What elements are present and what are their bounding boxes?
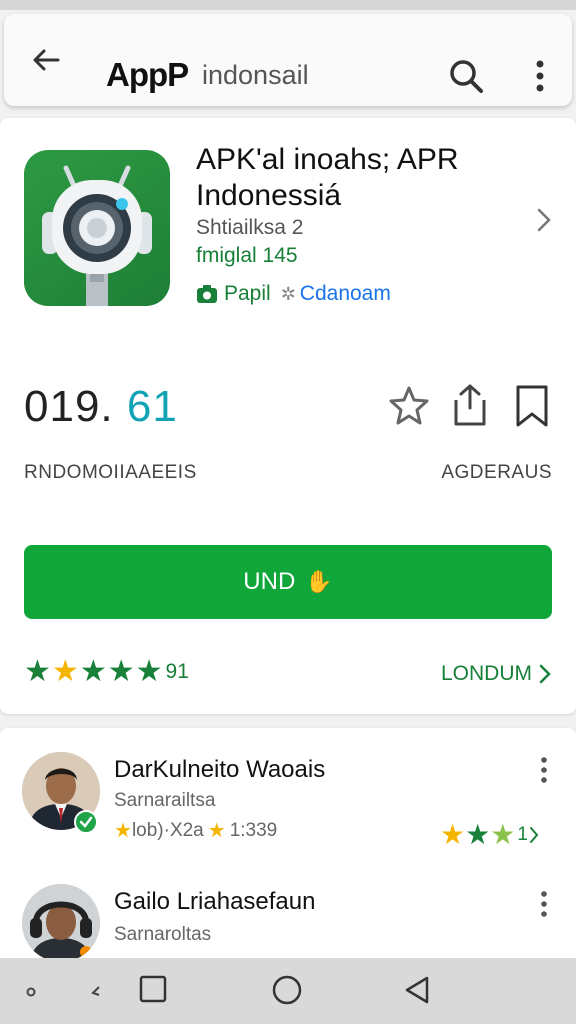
rating-count: 91	[165, 660, 189, 683]
chevron-right-icon[interactable]	[532, 204, 556, 236]
share-icon[interactable]	[450, 382, 490, 428]
robot-icon	[42, 165, 152, 306]
search-bar[interactable]: AppP indonsail	[4, 14, 572, 106]
app-brand: AppP	[106, 56, 189, 93]
app-category[interactable]: fmiglal 145	[196, 244, 298, 268]
stat-label: RNDOMOIIAAEEIS	[24, 462, 197, 483]
search-icon[interactable]	[446, 56, 486, 96]
camera-icon	[197, 285, 217, 303]
star-filled-icon: ★	[79, 655, 107, 688]
review-rating: ★ ★ ★ 1	[440, 818, 540, 851]
search-query[interactable]: indonsail	[202, 60, 309, 91]
bookmark-icon[interactable]	[512, 384, 552, 428]
star-filled-icon: ★	[207, 820, 226, 842]
tag-label[interactable]: Cdanoam	[300, 282, 391, 306]
stat-value: 019. 61	[24, 382, 178, 432]
star-filled-icon: ★	[51, 655, 79, 688]
app-tags: Papil ✲ Cdanoam	[196, 282, 391, 306]
star-filled-icon: ★	[465, 819, 491, 850]
star-filled-icon: ★	[24, 655, 51, 688]
more-vert-icon[interactable]	[532, 888, 556, 920]
back-nav-icon[interactable]	[402, 974, 432, 1006]
developer-name[interactable]: Shtiailksa 2	[196, 216, 303, 240]
recents-icon[interactable]	[138, 974, 168, 1004]
avatar[interactable]	[22, 884, 100, 962]
stat-value-b: 61	[126, 382, 178, 431]
star-filled-icon: ★	[135, 655, 163, 688]
sparkle-icon: ✲	[280, 283, 296, 304]
rating-summary: ★ ★ ★ ★ ★ 91	[24, 656, 189, 688]
star-filled-icon: ★	[107, 655, 135, 688]
review-meta-count: 1:339	[229, 819, 278, 841]
chevron-right-icon	[529, 826, 539, 843]
hand-icon: ✋	[305, 569, 333, 594]
more-vert-icon[interactable]	[532, 754, 556, 786]
verified-badge-icon	[74, 810, 98, 834]
star-filled-icon: ★	[490, 819, 516, 850]
reviewer-name[interactable]: Gailo Lriahasefaun	[114, 888, 315, 916]
app-icon[interactable]	[24, 150, 170, 306]
review-meta: ★ lob)·X2a ★ 1:339	[114, 818, 277, 843]
review-meta-text: lob)·X2a	[131, 819, 204, 841]
stat-value-a: 019.	[24, 382, 114, 431]
star-filled-icon: ★	[440, 819, 466, 850]
review-rating-count: 1	[517, 823, 528, 845]
dot-icon	[26, 987, 36, 997]
star-outline-icon[interactable]	[388, 384, 430, 426]
tag-label[interactable]: Papil	[224, 282, 271, 306]
home-icon[interactable]	[271, 974, 303, 1006]
reviewer-subtitle: Sarnaroltas	[114, 924, 212, 945]
install-label: UND	[243, 568, 296, 595]
reviewer-name[interactable]: DarKulneito Waoais	[114, 756, 325, 784]
app-title: APK'al inoahs; APR Indonessiá	[196, 143, 459, 212]
status-bar	[0, 0, 576, 10]
arrow-left-icon[interactable]	[28, 42, 64, 78]
see-all-label: LONDUM	[440, 662, 532, 685]
chevron-right-icon	[539, 664, 551, 684]
mini-arrow-icon	[91, 986, 100, 996]
install-button[interactable]: UND ✋	[24, 545, 552, 619]
action-label: AGDERAUS	[441, 462, 552, 483]
person-avatar-icon	[22, 884, 100, 962]
see-all-link[interactable]: LONDUM	[441, 662, 552, 686]
system-nav-bar	[0, 958, 576, 1024]
more-vert-icon[interactable]	[524, 56, 556, 96]
star-filled-icon: ★	[114, 820, 132, 842]
reviewer-subtitle: Sarnarailtsa	[114, 790, 216, 811]
